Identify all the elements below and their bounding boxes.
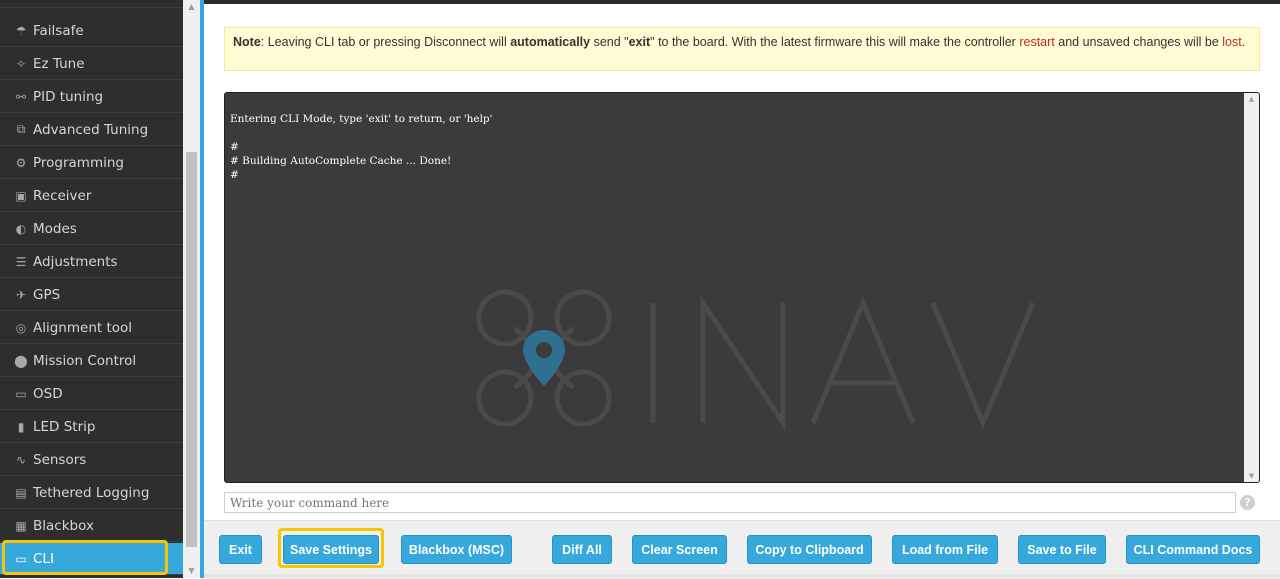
sidebar-item-label: PID tuning — [33, 88, 104, 105]
sidebar-item-label: Blackbox — [33, 517, 94, 534]
console-scroll-up-icon[interactable]: ▲ — [1244, 95, 1259, 103]
toggle-icon: ◐ — [15, 221, 27, 236]
sidebar-item-blackbox[interactable]: ▦ Blackbox — [0, 510, 183, 542]
sliders-icon: ☰ — [15, 254, 27, 269]
inav-logo-watermark — [476, 289, 1036, 432]
save-settings-highlight — [278, 528, 384, 568]
cli-output-line: # Building AutoComplete Cache ... Done! — [230, 155, 452, 167]
sidebar-item-label: Tethered Logging — [33, 484, 150, 501]
pulse-icon: ∿ — [15, 452, 27, 467]
sidebar-item-label: Failsafe — [33, 22, 84, 39]
sidebar-item-label: GPS — [33, 286, 61, 303]
cli-output-line: Entering CLI Mode, type 'exit' to return… — [230, 113, 493, 125]
sidebar-item-pid-tuning[interactable]: ⚯ PID tuning — [0, 81, 183, 113]
scrollbar-thumb[interactable] — [186, 152, 197, 547]
sidebar-nav: ☂ Failsafe ✧ Ez Tune ⚯ PID tuning ⧉ Advanced Tu… — [0, 0, 183, 578]
diff-all-button[interactable]: Diff All — [552, 535, 612, 564]
sidebar-item-osd[interactable]: ▭ OSD — [0, 378, 183, 410]
magic-wand-icon: ✧ — [15, 56, 27, 71]
blackbox-icon: ▦ — [15, 518, 27, 533]
sidebar-item-label: Receiver — [33, 187, 92, 204]
gear-icon: ⚙ — [15, 155, 27, 170]
sidebar-item-failsafe[interactable]: ☂ Failsafe — [0, 15, 183, 47]
note-bold-exit: exit — [628, 35, 651, 49]
note-text: send " — [590, 35, 629, 49]
note-red-restart: restart — [1019, 35, 1055, 49]
cli-console-output[interactable]: Entering CLI Mode, type 'exit' to return… — [224, 92, 1260, 483]
note-red-lost: lost — [1222, 35, 1242, 49]
sidebar-item-label: Mission Control — [33, 352, 137, 369]
sidebar-item-mission-control[interactable]: ⬤ Mission Control — [0, 345, 183, 377]
sidebar-item-label: OSD — [33, 385, 63, 402]
advanced-tree-icon: ⧉ — [16, 122, 26, 136]
parachute-icon: ☂ — [15, 23, 27, 38]
sidebar-item-label: Sensors — [33, 451, 87, 468]
sidebar-item-led-strip[interactable]: ▮ LED Strip — [0, 411, 183, 443]
sidebar-scrollbar[interactable]: ▲ ▼ — [183, 0, 200, 578]
sidebar-item-gps[interactable]: ✈ GPS — [0, 279, 183, 311]
satellite-icon: ✈ — [15, 287, 27, 302]
scroll-down-arrow-icon[interactable]: ▼ — [183, 564, 200, 578]
sidebar-item-alignment-tool[interactable]: ◎ Alignment tool — [0, 312, 183, 344]
remote-icon: ▣ — [15, 188, 27, 203]
clear-screen-button[interactable]: Clear Screen — [632, 535, 727, 564]
exit-button[interactable]: Exit — [219, 535, 262, 564]
nav-item-partial[interactable] — [0, 0, 183, 8]
note-text: " to the board. With the latest firmware… — [650, 35, 1020, 49]
compass-icon: ◎ — [15, 320, 27, 335]
sidebar-item-label: Advanced Tuning — [33, 121, 149, 138]
top-edge — [204, 0, 1280, 4]
sidebar-item-tethered-logging[interactable]: ▤ Tethered Logging — [0, 477, 183, 509]
console-scroll-down-icon[interactable]: ▼ — [1244, 472, 1259, 480]
note-bold-automatically: automatically — [510, 35, 591, 49]
load-from-file-button[interactable]: Load from File — [892, 535, 998, 564]
scroll-up-arrow-icon[interactable]: ▲ — [183, 0, 200, 14]
hierarchy-icon: ⚯ — [15, 89, 27, 104]
cli-command-input[interactable] — [224, 492, 1236, 513]
copy-to-clipboard-button[interactable]: Copy to Clipboard — [747, 535, 872, 564]
sidebar-item-label: Ez Tune — [33, 55, 85, 72]
sidebar-item-receiver[interactable]: ▣ Receiver — [0, 180, 183, 212]
content-divider — [200, 0, 204, 578]
save-to-file-button[interactable]: Save to File — [1018, 535, 1106, 564]
blackbox-msc-button[interactable]: Blackbox (MSC) — [401, 535, 512, 564]
note-text: : Leaving CLI tab or pressing Disconnect… — [260, 35, 511, 49]
sidebar-item-label: Alignment tool — [33, 319, 133, 336]
sidebar-item-sensors[interactable]: ∿ Sensors — [0, 444, 183, 476]
sidebar-item-modes[interactable]: ◐ Modes — [0, 213, 183, 245]
sidebar-item-adjustments[interactable]: ☰ Adjustments — [0, 246, 183, 278]
sidebar-item-label: Programming — [33, 154, 124, 171]
map-pin-icon: ⬤ — [14, 353, 28, 368]
sidebar-item-advanced-tuning[interactable]: ⧉ Advanced Tuning — [0, 114, 183, 146]
sidebar-item-label: LED Strip — [33, 418, 96, 435]
tethered-log-icon: ▤ — [15, 485, 27, 500]
console-scrollbar[interactable]: ▲ ▼ — [1244, 93, 1259, 482]
cli-output-line: # — [230, 141, 239, 153]
note-label: Note — [233, 35, 261, 49]
osd-icon: ▭ — [15, 386, 27, 401]
note-text: . — [1241, 35, 1246, 49]
sidebar-item-ez-tune[interactable]: ✧ Ez Tune — [0, 48, 183, 80]
cli-nav-highlight — [2, 540, 168, 575]
cli-command-docs-button[interactable]: CLI Command Docs — [1126, 535, 1260, 564]
sidebar-item-label: Adjustments — [33, 253, 118, 270]
sidebar-item-label: Modes — [33, 220, 77, 237]
sidebar-item-programming[interactable]: ⚙ Programming — [0, 147, 183, 179]
cli-warning-note: Note: Leaving CLI tab or pressing Discon… — [224, 27, 1260, 71]
toolbar-bottom-edge — [204, 574, 1280, 578]
help-icon[interactable]: ? — [1240, 495, 1255, 510]
note-text: and unsaved changes will be — [1054, 35, 1223, 49]
cli-output-line: # — [230, 169, 239, 181]
led-icon: ▮ — [17, 419, 25, 434]
